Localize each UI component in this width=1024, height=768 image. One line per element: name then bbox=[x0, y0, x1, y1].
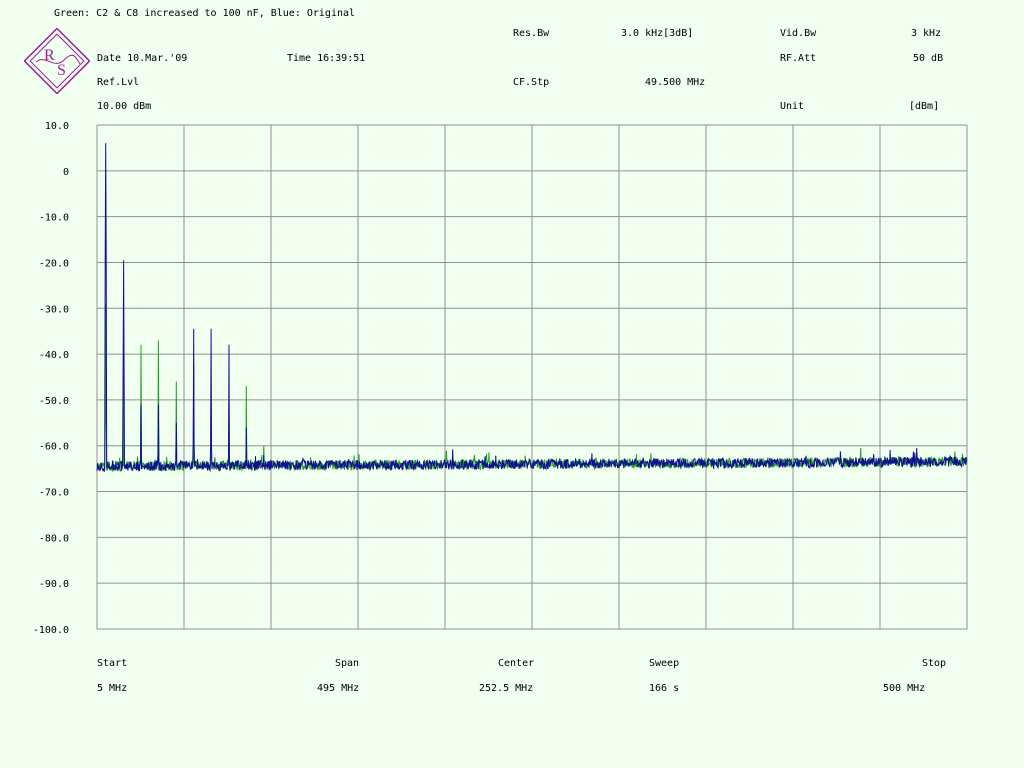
y-tick-label: -90.0 bbox=[39, 579, 69, 590]
stop-label: Stop bbox=[922, 658, 947, 669]
y-tick-label: -10.0 bbox=[39, 213, 69, 224]
y-tick-label: 10.0 bbox=[45, 121, 69, 132]
start-label: Start bbox=[97, 658, 128, 669]
span-value: 495 MHz bbox=[317, 683, 360, 694]
sweep-label: Sweep bbox=[649, 658, 680, 669]
center-value: 252.5 MHz bbox=[479, 683, 534, 694]
sweep-value: 166 s bbox=[649, 683, 680, 694]
y-tick-label: -100.0 bbox=[33, 625, 69, 636]
spectrum-plot: 10.0 0 -10.0 -20.0 -30.0 -40.0 -50.0 -60.0 -70.0… bbox=[33, 121, 968, 636]
y-tick-label: -50.0 bbox=[39, 396, 69, 407]
y-tick-label: -40.0 bbox=[39, 350, 69, 361]
y-tick-label: 0 bbox=[63, 167, 69, 178]
center-label: Center bbox=[498, 658, 535, 669]
span-label: Span bbox=[335, 658, 360, 669]
y-tick-label: -60.0 bbox=[39, 442, 69, 453]
start-value: 5 MHz bbox=[97, 683, 128, 694]
y-tick-label: -70.0 bbox=[39, 488, 69, 499]
y-tick-label: -30.0 bbox=[39, 304, 69, 315]
y-tick-label: -20.0 bbox=[39, 258, 69, 269]
stop-value: 500 MHz bbox=[883, 683, 926, 694]
y-tick-label: -80.0 bbox=[39, 533, 69, 544]
